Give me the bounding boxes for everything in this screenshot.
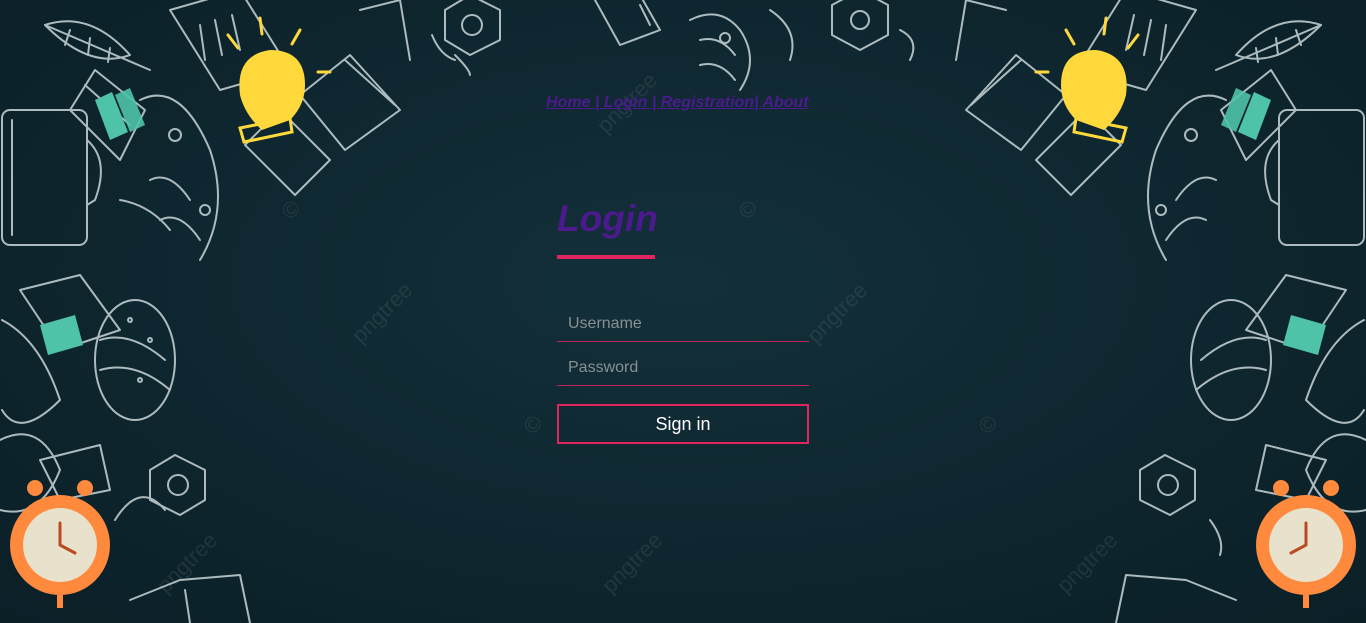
bag-doodle [1,109,102,246]
clock-icon-right [1256,480,1356,608]
hamburger-icon [94,299,176,421]
clock-icon [10,480,110,608]
nav-link-login[interactable]: Login [604,94,648,111]
page-title: Login [557,198,658,239]
test-tube-teal-right [1221,88,1326,355]
tree-doodle-right [1147,94,1227,261]
nav-link-home[interactable]: Home [546,94,590,111]
nav-separator: | [647,94,661,111]
password-input[interactable] [557,350,809,386]
nav-link-about[interactable]: About [762,94,808,111]
phone-doodle [594,0,661,46]
sign-in-button[interactable]: Sign in [557,404,809,444]
hamburger-right [1190,299,1272,421]
title-underline [557,255,655,259]
molecule-top [831,0,915,61]
chemistry-molecule-icon [431,0,501,76]
nav-separator: | [590,94,604,111]
light-bulb-icon [226,16,332,144]
light-bulb-icon-right [1034,16,1140,144]
nav-link-registration[interactable]: Registration [661,94,754,111]
leaf-icon-right [1215,20,1322,71]
tree-doodle-top [689,9,794,91]
username-input[interactable] [557,306,809,342]
leaf-icon [44,20,151,71]
bag-doodle-right [1264,109,1365,246]
test-tube-teal-left [40,88,145,355]
top-navigation: Home | Login | Registration| About [546,94,809,112]
